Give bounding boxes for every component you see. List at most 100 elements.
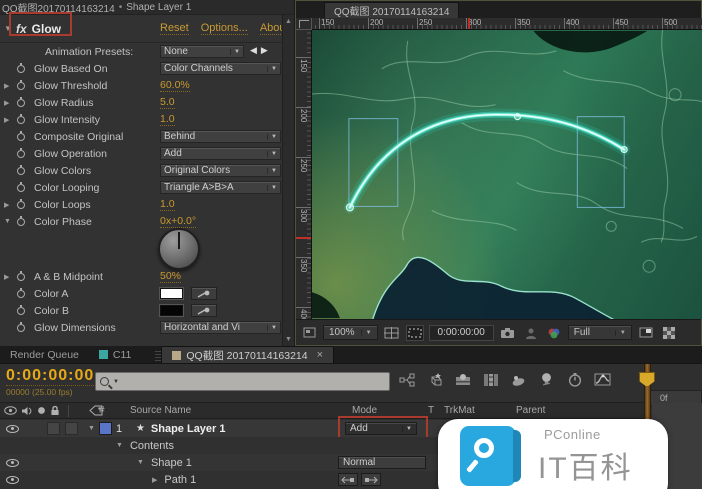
column-parent[interactable]: Parent [516, 405, 545, 416]
layer-name[interactable]: Shape Layer 1 [151, 423, 226, 435]
reset-link[interactable]: Reset [160, 22, 189, 35]
glow-radius-value[interactable]: 5.0 [160, 96, 175, 109]
current-timecode[interactable]: 0:00:00:00 [6, 367, 94, 386]
stopwatch-icon[interactable] [17, 99, 31, 107]
stopwatch-icon[interactable] [17, 290, 31, 298]
composition-canvas[interactable] [312, 30, 702, 319]
lightbulb-icon[interactable] [538, 371, 555, 388]
twirl-right-icon[interactable]: ▶ [152, 476, 157, 484]
snapshot-camera-icon[interactable] [499, 325, 517, 341]
solo-column-icon[interactable] [37, 406, 46, 415]
path-anchor-end[interactable] [621, 147, 627, 153]
color-a-swatch[interactable] [160, 288, 183, 299]
search-input[interactable]: ▼ [95, 372, 390, 391]
target-region-icon[interactable] [637, 325, 655, 341]
audio-column-icon[interactable] [21, 406, 33, 416]
group-name[interactable]: Contents [130, 440, 174, 452]
twirl-down-icon[interactable]: ▼ [4, 24, 16, 33]
frame-blend-icon[interactable] [454, 371, 471, 388]
scroll-down-icon[interactable]: ▼ [285, 336, 292, 343]
eyedropper-icon[interactable] [191, 287, 217, 300]
next-preset-icon[interactable]: ▶ [261, 45, 268, 56]
color-phase-dial[interactable] [158, 228, 200, 270]
tab-comp-active[interactable]: QQ截图 20170114163214 × [161, 346, 334, 363]
ruler-origin-box[interactable] [296, 18, 312, 30]
glow-operation-dropdown[interactable]: Add ▼ [160, 147, 281, 160]
column-mode[interactable]: Mode [352, 405, 377, 416]
layer-label-chip[interactable] [100, 423, 111, 434]
video-column-icon[interactable] [4, 406, 17, 415]
horizontal-ruler[interactable]: 150 200 250 300 350 400 450 500 [312, 18, 702, 30]
channel-rgb-icon[interactable] [545, 325, 563, 341]
zoom-dropdown[interactable]: 100% ▼ [323, 325, 378, 340]
group-name[interactable]: Path 1 [164, 474, 196, 486]
search-options-arrow-icon[interactable]: ▼ [113, 379, 119, 385]
visibility-eye-icon[interactable] [6, 476, 19, 484]
ab-midpoint-value[interactable]: 50% [160, 270, 181, 283]
safe-margins-icon[interactable] [383, 325, 401, 341]
twirl-down-icon[interactable]: ▼ [4, 218, 17, 225]
glow-intensity-value[interactable]: 1.0 [160, 113, 175, 126]
stopwatch-icon[interactable] [17, 65, 31, 73]
quality-switch[interactable] [47, 422, 60, 435]
mode-dropdown[interactable]: Add ▼ [345, 422, 417, 435]
visibility-eye-icon[interactable] [6, 425, 19, 433]
color-b-swatch[interactable] [160, 305, 183, 316]
shy-icon[interactable] [510, 371, 527, 388]
stopwatch-icon[interactable] [17, 184, 31, 192]
interpolation-out-icon[interactable] [361, 473, 381, 486]
transparency-grid-icon[interactable] [660, 325, 678, 341]
region-of-interest-icon[interactable] [406, 325, 424, 341]
twirl-down-icon[interactable]: ▼ [116, 442, 123, 449]
group-name[interactable]: Shape 1 [151, 457, 192, 469]
stopwatch-icon[interactable] [17, 201, 31, 209]
stopwatch-icon[interactable] [17, 218, 31, 226]
motion-blur-icon[interactable] [482, 371, 499, 388]
column-number[interactable]: # [99, 405, 105, 416]
glow-dimensions-dropdown[interactable]: Horizontal and Vi ▼ [160, 321, 281, 334]
column-t[interactable]: T [428, 405, 434, 416]
viewer-timecode[interactable]: 0:00:00:00 [429, 325, 494, 341]
prev-preset-icon[interactable]: ◀ [250, 45, 257, 56]
graph-editor-icon[interactable] [594, 371, 611, 388]
viewer-tab[interactable]: QQ截图 20170114163214 [324, 2, 459, 18]
stopwatch-icon[interactable] [17, 324, 31, 332]
glow-based-on-dropdown[interactable]: Color Channels ▼ [160, 62, 281, 75]
twirl-down-icon[interactable]: ▼ [137, 459, 144, 466]
effects-scrollbar[interactable]: ▲ ▼ [282, 15, 294, 346]
stopwatch-icon[interactable] [17, 307, 31, 315]
stopwatch-icon[interactable] [17, 82, 31, 90]
always-preview-icon[interactable] [300, 325, 318, 341]
path-anchor-start[interactable] [346, 204, 353, 211]
twirl-right-icon[interactable]: ▶ [4, 99, 17, 107]
glow-colors-dropdown[interactable]: Original Colors ▼ [160, 164, 281, 177]
resolution-dropdown[interactable]: Full ▼ [568, 325, 632, 340]
tab-comp-c11[interactable]: C11 [89, 346, 141, 363]
show-snapshot-icon[interactable] [522, 325, 540, 341]
mini-flowchart-icon[interactable] [398, 371, 415, 388]
draft-3d-icon[interactable] [426, 371, 443, 388]
vertical-ruler[interactable]: 150 200 250 300 350 400 [296, 30, 312, 319]
visibility-eye-icon[interactable] [6, 459, 19, 467]
twirl-right-icon[interactable]: ▶ [4, 116, 17, 124]
column-source-name[interactable]: Source Name [130, 405, 191, 416]
color-phase-value[interactable]: 0x+0.0° [160, 215, 196, 228]
stopwatch-icon[interactable] [17, 116, 31, 124]
twirl-right-icon[interactable]: ▶ [4, 273, 17, 281]
effects-switch[interactable] [65, 422, 78, 435]
auto-keyframe-icon[interactable] [566, 371, 583, 388]
stopwatch-icon[interactable] [17, 273, 31, 281]
color-loops-value[interactable]: 1.0 [160, 198, 175, 211]
color-looping-dropdown[interactable]: Triangle A>B>A ▼ [160, 181, 281, 194]
scroll-up-icon[interactable]: ▲ [285, 18, 292, 25]
lock-column-icon[interactable] [50, 405, 60, 416]
stopwatch-icon[interactable] [17, 133, 31, 141]
glow-path[interactable] [350, 115, 624, 208]
path-anchor-mid[interactable] [514, 114, 520, 120]
twirl-down-icon[interactable]: ▼ [88, 425, 95, 432]
tab-render-queue[interactable]: Render Queue [0, 346, 89, 363]
interpolation-in-icon[interactable] [338, 473, 358, 486]
eyedropper-icon[interactable] [191, 304, 217, 317]
stopwatch-icon[interactable] [17, 167, 31, 175]
twirl-right-icon[interactable]: ▶ [4, 201, 17, 209]
